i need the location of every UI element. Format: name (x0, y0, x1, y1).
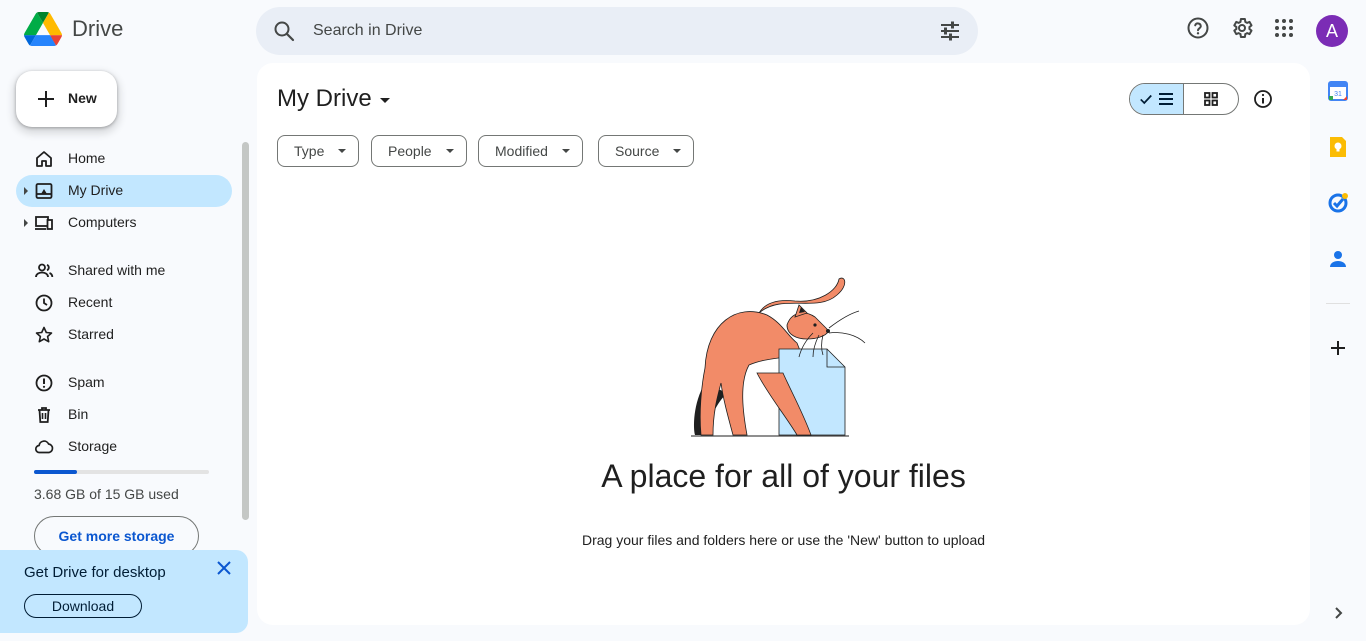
empty-state-subtitle: Drag your files and folders here or use … (581, 532, 986, 548)
drive-logo-icon (24, 12, 62, 46)
storage-used-text: 3.68 GB of 15 GB used (34, 486, 179, 502)
cloud-icon (34, 440, 54, 454)
sidebar-item-label: Storage (68, 438, 118, 454)
cat-illustration (691, 277, 866, 437)
filter-label: Type (294, 143, 325, 159)
download-button[interactable]: Download (24, 594, 142, 618)
sidebar-scrollbar[interactable] (242, 142, 249, 520)
filter-label: People (388, 143, 432, 159)
search-options-icon[interactable] (938, 19, 962, 43)
home-icon (36, 151, 52, 167)
sidebar-item-shared-with-me[interactable]: Shared with me (16, 255, 232, 287)
contacts-icon[interactable] (1326, 247, 1350, 271)
list-view-button[interactable] (1130, 84, 1185, 114)
filter-type[interactable]: Type (277, 135, 360, 167)
bin-icon (38, 407, 50, 423)
settings-icon[interactable] (1230, 16, 1254, 40)
filter-source[interactable]: Source (598, 135, 695, 167)
spam-icon (35, 374, 53, 392)
apps-grid-icon[interactable] (1272, 16, 1296, 40)
tasks-icon[interactable] (1326, 191, 1350, 215)
sidebar-item-label: Home (68, 150, 106, 166)
new-button-label: New (68, 90, 97, 106)
search-icon[interactable] (272, 19, 296, 43)
close-icon[interactable] (214, 558, 234, 578)
list-icon (1159, 93, 1173, 105)
filter-label: Source (615, 143, 660, 159)
chevron-down-icon (338, 149, 347, 153)
page-title[interactable]: My Drive (277, 85, 390, 113)
page-title-text: My Drive (277, 85, 372, 112)
sidebar-item-label: Computers (68, 214, 137, 230)
calendar-icon[interactable]: 31 (1326, 79, 1350, 103)
chevron-right-icon[interactable] (1326, 601, 1350, 625)
sidebar-item-label: Bin (68, 406, 89, 422)
storage-progress-fill (34, 470, 77, 474)
view-toggle (1129, 83, 1239, 115)
search-bar[interactable]: Search in Drive (256, 7, 978, 55)
expand-arrow-icon[interactable] (24, 219, 28, 227)
check-icon (1140, 94, 1152, 105)
promo-title: Get Drive for desktop (24, 564, 166, 581)
grid-view-button[interactable] (1184, 84, 1238, 114)
main-content: My Drive Type People Modified Source A p… (257, 63, 1310, 625)
sidebar-item-recent[interactable]: Recent (16, 287, 232, 319)
plus-icon (38, 91, 54, 107)
sidebar-item-starred[interactable]: Starred (16, 319, 232, 351)
grid-icon (1204, 92, 1218, 106)
star-icon (35, 326, 53, 343)
shared-icon (35, 263, 54, 278)
keep-icon[interactable] (1326, 135, 1350, 159)
sidebar-item-home[interactable]: Home (16, 143, 232, 175)
sidebar-item-label: Spam (68, 374, 105, 390)
info-icon[interactable] (1253, 89, 1273, 109)
sidebar-item-label: Starred (68, 326, 114, 342)
filter-modified[interactable]: Modified (478, 135, 583, 167)
sidebar-item-my-drive[interactable]: My Drive (16, 175, 232, 207)
avatar[interactable]: A (1316, 15, 1348, 47)
filter-people[interactable]: People (371, 135, 467, 167)
dropdown-arrow-icon (379, 98, 390, 103)
app-name: Drive (72, 16, 124, 41)
side-panel-divider (1326, 303, 1350, 304)
computers-icon (35, 216, 53, 230)
sidebar-item-storage[interactable]: Storage (16, 431, 232, 463)
sidebar-item-label: My Drive (68, 182, 124, 198)
empty-state-title: A place for all of your files (601, 458, 966, 494)
storage-progress-bar (34, 470, 209, 474)
help-icon[interactable] (1186, 16, 1210, 40)
drive-logo[interactable]: Drive (24, 12, 123, 46)
sidebar-item-spam[interactable]: Spam (16, 367, 232, 399)
chevron-down-icon (673, 149, 682, 153)
add-apps-icon[interactable] (1326, 336, 1350, 360)
filter-label: Modified (495, 143, 548, 159)
my-drive-icon (35, 183, 53, 199)
sidebar-item-bin[interactable]: Bin (16, 399, 232, 431)
expand-arrow-icon[interactable] (24, 187, 28, 195)
sidebar-item-label: Shared with me (68, 262, 166, 278)
desktop-promo: Get Drive for desktop Download (0, 550, 248, 633)
svg-text:31: 31 (1334, 91, 1342, 98)
chevron-down-icon (561, 149, 570, 153)
clock-icon (35, 294, 53, 312)
chevron-down-icon (445, 149, 454, 153)
search-input[interactable]: Search in Drive (313, 22, 422, 40)
sidebar-item-computers[interactable]: Computers (16, 207, 232, 239)
new-button[interactable]: New (16, 71, 117, 127)
sidebar-item-label: Recent (68, 294, 113, 310)
